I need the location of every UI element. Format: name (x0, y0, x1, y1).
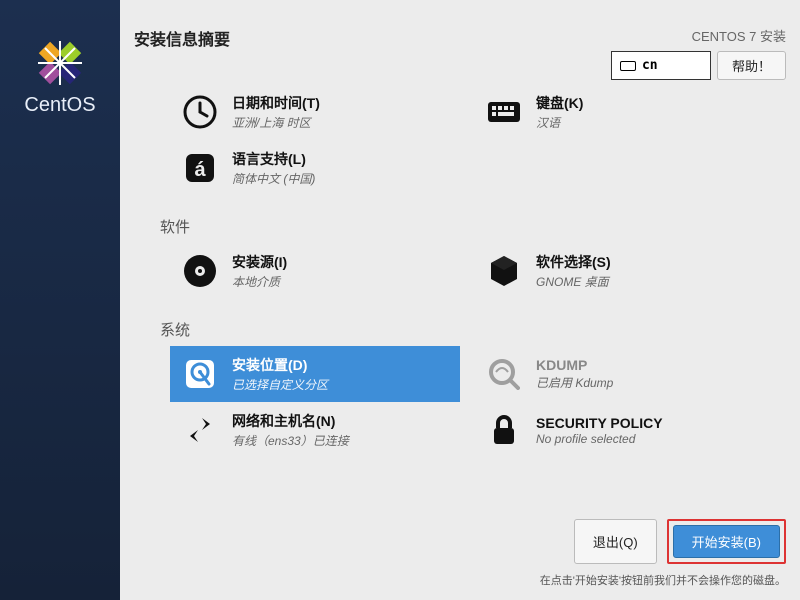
disc-icon (180, 251, 220, 291)
page-title: 安装信息摘要 (134, 26, 230, 80)
spoke-subtitle: 汉语 (536, 114, 583, 131)
quit-button[interactable]: 退出(Q) (574, 519, 657, 564)
spoke-install-source[interactable]: 安装源(I) 本地介质 (170, 243, 460, 299)
spoke-subtitle: GNOME 桌面 (536, 273, 611, 290)
row-localization-1: 日期和时间(T) 亚洲/上海 时区 键盘(K) 汉语 (170, 84, 786, 140)
spoke-title: 安装源(I) (232, 252, 287, 272)
centos-logo (35, 38, 85, 88)
section-system: 系统 (160, 319, 786, 340)
header: 安装信息摘要 CENTOS 7 安装 cn 帮助！ (120, 0, 800, 84)
spoke-subtitle: 已启用 Kdump (536, 374, 613, 391)
footer-hint: 在点击'开始安装'按钮前我们并不会操作您的磁盘。 (540, 572, 786, 588)
spoke-network[interactable]: 网络和主机名(N) 有线（ens33）已连接 (170, 402, 460, 458)
lock-icon (484, 410, 524, 450)
spoke-title: 日期和时间(T) (232, 93, 320, 113)
row-localization-2: á 语言支持(L) 简体中文 (中国) (170, 140, 786, 196)
spoke-language-support[interactable]: á 语言支持(L) 简体中文 (中国) (170, 140, 460, 196)
keyboard-layout-indicator[interactable]: cn (611, 51, 711, 80)
spoke-subtitle: 已选择自定义分区 (232, 376, 328, 393)
spoke-subtitle: 简体中文 (中国) (232, 170, 315, 187)
brand-text: CentOS (24, 94, 95, 117)
footer: 退出(Q) 开始安装(B) 在点击'开始安装'按钮前我们并不会操作您的磁盘。 (540, 519, 786, 588)
language-icon: á (180, 148, 220, 188)
keyboard-icon (484, 92, 524, 132)
keyboard-icon (620, 61, 636, 71)
spoke-keyboard[interactable]: 键盘(K) 汉语 (474, 84, 764, 140)
row-software: 安装源(I) 本地介质 软件选择(S) GNOME 桌面 (170, 243, 786, 299)
spoke-title: 软件选择(S) (536, 252, 611, 272)
begin-highlight: 开始安装(B) (667, 519, 786, 564)
spoke-subtitle: 亚洲/上海 时区 (232, 114, 320, 131)
spoke-title: 网络和主机名(N) (232, 411, 349, 431)
spoke-software-selection[interactable]: 软件选择(S) GNOME 桌面 (474, 243, 764, 299)
svg-text:á: á (194, 159, 206, 181)
clock-icon (180, 92, 220, 132)
row-system-1: 安装位置(D) 已选择自定义分区 KDUMP 已启用 Kdump (170, 346, 786, 402)
spoke-title: KDUMP (536, 357, 613, 373)
header-right: CENTOS 7 安装 cn 帮助！ (611, 26, 786, 80)
help-button[interactable]: 帮助！ (717, 51, 786, 80)
spoke-title: 语言支持(L) (232, 149, 315, 169)
spoke-datetime[interactable]: 日期和时间(T) 亚洲/上海 时区 (170, 84, 460, 140)
product-label: CENTOS 7 安装 (611, 26, 786, 45)
spoke-title: 键盘(K) (536, 93, 583, 113)
lang-code: cn (642, 58, 658, 73)
row-system-2: 网络和主机名(N) 有线（ens33）已连接 SECURITY POLICY N… (170, 402, 786, 458)
sidebar: CentOS (0, 0, 120, 600)
section-software: 软件 (160, 216, 786, 237)
begin-install-button[interactable]: 开始安装(B) (673, 525, 780, 558)
spoke-subtitle: No profile selected (536, 432, 663, 446)
main-panel: 安装信息摘要 CENTOS 7 安装 cn 帮助！ 日期和时间(T) 亚洲/上海 (120, 0, 800, 600)
spoke-install-destination[interactable]: 安装位置(D) 已选择自定义分区 (170, 346, 460, 402)
kdump-icon (484, 354, 524, 394)
network-icon (180, 410, 220, 450)
spoke-kdump[interactable]: KDUMP 已启用 Kdump (474, 346, 764, 402)
spoke-security-policy[interactable]: SECURITY POLICY No profile selected (474, 402, 764, 458)
spoke-subtitle: 本地介质 (232, 273, 287, 290)
footer-buttons: 退出(Q) 开始安装(B) (574, 519, 786, 564)
spoke-subtitle: 有线（ens33）已连接 (232, 432, 349, 449)
spoke-title: 安装位置(D) (232, 355, 328, 375)
package-icon (484, 251, 524, 291)
content: 日期和时间(T) 亚洲/上海 时区 键盘(K) 汉语 á (120, 84, 800, 458)
harddisk-icon (180, 354, 220, 394)
top-controls: cn 帮助！ (611, 51, 786, 80)
spoke-title: SECURITY POLICY (536, 415, 663, 431)
